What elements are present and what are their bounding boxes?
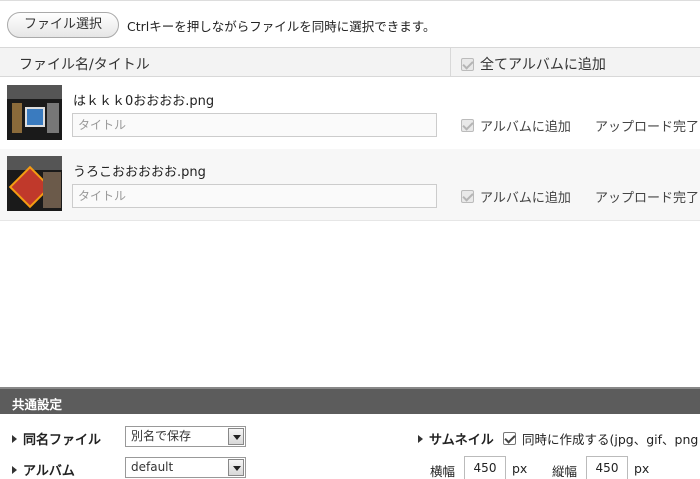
height-label: 縦幅	[552, 464, 578, 479]
album-label: アルバム	[12, 460, 75, 479]
same-name-file-text: 同名ファイル	[23, 433, 102, 448]
file-select-button[interactable]: ファイル選択	[7, 12, 119, 38]
filename-title-column-header: ファイル名/タイトル	[19, 57, 150, 73]
caret-right-icon	[12, 465, 17, 474]
settings-title: 共通設定	[12, 397, 63, 412]
file-thumbnail	[7, 85, 62, 140]
width-unit: px	[512, 461, 528, 476]
thumbnail-create-option[interactable]: 同時に作成する(jpg、gif、png	[503, 429, 698, 448]
add-all-to-album[interactable]: 全てアルバムに追加	[461, 54, 606, 74]
file-row: うろこおおおおお.png タイトル アルバムに追加 アップロード完了	[0, 149, 700, 221]
settings-title-bar: 共通設定	[0, 389, 700, 414]
upload-status: アップロード完了	[595, 120, 700, 135]
add-to-album[interactable]: アルバムに追加	[461, 187, 571, 206]
height-unit: px	[634, 461, 650, 476]
caret-right-icon	[12, 434, 17, 443]
title-input[interactable]: タイトル	[72, 184, 437, 208]
width-label: 横幅	[430, 464, 456, 479]
caret-right-icon	[418, 434, 423, 443]
album-select[interactable]: default	[125, 457, 246, 478]
upload-toolbar: ファイル選択 Ctrlキーを押しながらファイルを同時に選択できます。	[0, 0, 700, 46]
header-divider	[450, 48, 451, 77]
album-selected-value: default	[131, 460, 174, 474]
upload-status: アップロード完了	[595, 191, 700, 206]
add-to-album-checkbox[interactable]	[461, 190, 474, 203]
common-settings-panel: 共通設定 同名ファイル 別名で保存 アルバム default サムネイル 同時に…	[0, 387, 700, 479]
add-to-album-label: アルバムに追加	[480, 120, 571, 135]
file-thumbnail	[7, 156, 62, 211]
same-name-select[interactable]: 別名で保存	[125, 426, 246, 447]
chevron-down-icon[interactable]	[228, 459, 244, 476]
width-input[interactable]: 450	[464, 456, 506, 479]
add-to-album[interactable]: アルバムに追加	[461, 116, 571, 135]
multi-select-hint: Ctrlキーを押しながらファイルを同時に選択できます。	[127, 19, 436, 34]
same-name-selected-value: 別名で保存	[131, 429, 192, 443]
file-row: はｋｋｋ0おおおお.png タイトル アルバムに追加 アップロード完了	[0, 78, 700, 150]
thumbnail-create-checkbox[interactable]	[503, 432, 516, 445]
add-to-album-label: アルバムに追加	[480, 191, 571, 206]
add-all-checkbox[interactable]	[461, 57, 474, 71]
thumbnail-create-label: 同時に作成する(jpg、gif、png	[522, 432, 699, 447]
album-text: アルバム	[23, 464, 75, 479]
height-input[interactable]: 450	[586, 456, 628, 479]
file-list-header: ファイル名/タイトル 全てアルバムに追加	[0, 47, 700, 77]
add-to-album-checkbox[interactable]	[461, 119, 474, 132]
file-name: うろこおおおおお.png	[73, 165, 206, 180]
add-all-label: 全てアルバムに追加	[480, 57, 606, 73]
title-input[interactable]: タイトル	[72, 113, 437, 137]
thumbnail-text: サムネイル	[429, 433, 494, 448]
file-name: はｋｋｋ0おおおお.png	[73, 94, 215, 109]
thumbnail-label: サムネイル	[418, 429, 494, 448]
same-name-file-label: 同名ファイル	[12, 429, 101, 448]
chevron-down-icon[interactable]	[228, 428, 244, 445]
